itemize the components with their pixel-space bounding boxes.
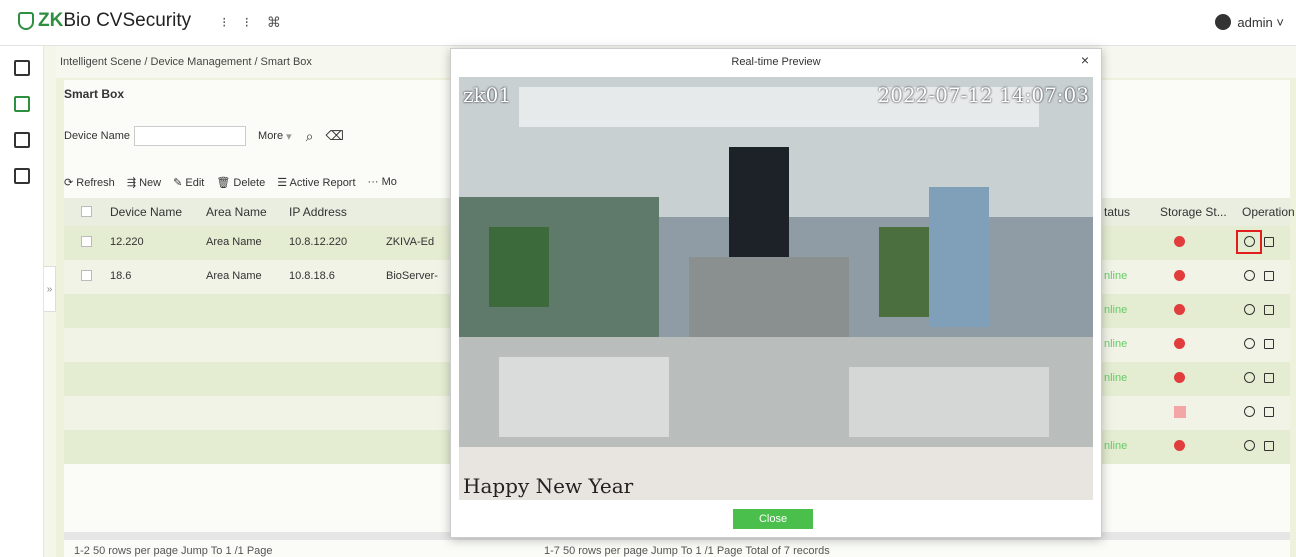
refresh-button[interactable]: ⟳ Refresh xyxy=(64,176,115,189)
nav-print-icon[interactable] xyxy=(14,132,30,148)
cell-area-name: Area Name xyxy=(206,270,262,282)
nav-scene-icon[interactable] xyxy=(14,60,30,76)
play-icon[interactable] xyxy=(1244,440,1255,451)
detail-icon[interactable] xyxy=(1264,373,1274,383)
shield-icon xyxy=(18,12,34,30)
brand-zk: ZK xyxy=(38,10,64,31)
highlight-box xyxy=(1236,230,1262,254)
app-logo[interactable]: ZK Bio CVSecurity xyxy=(18,10,191,32)
cell-ip: 10.8.18.6 xyxy=(289,270,335,282)
video-frame xyxy=(459,77,1093,500)
nav-device-icon[interactable] xyxy=(14,96,30,112)
row-operations xyxy=(1244,372,1274,386)
detail-icon[interactable] xyxy=(1264,271,1274,281)
detail-icon[interactable] xyxy=(1264,305,1274,315)
cell-status: nline xyxy=(1104,440,1128,452)
play-icon[interactable] xyxy=(1244,304,1255,315)
delete-label: Delete xyxy=(233,177,266,189)
device-name-label: Device Name xyxy=(64,130,131,142)
breadcrumb-text: Intelligent Scene / Device Management / … xyxy=(60,56,312,68)
command-icon[interactable]: ⌘ xyxy=(267,14,299,30)
col-area-name[interactable]: Area Name xyxy=(206,205,267,219)
brand-name: Bio CVSecurity xyxy=(63,10,192,31)
left-nav xyxy=(0,46,44,557)
search-icon[interactable]: ⌕ xyxy=(306,128,314,145)
preview-modal: Real-time Preview × zk01 2022-07-12 14:0… xyxy=(450,48,1102,538)
play-icon[interactable] xyxy=(1244,372,1255,383)
select-all-checkbox[interactable] xyxy=(81,206,92,217)
delete-button[interactable]: 🗑 Delete xyxy=(216,176,265,189)
cell-device-type: ZKIVA-Ed xyxy=(386,236,435,248)
cell-device-name: 12.220 xyxy=(110,236,144,248)
edit-label: Edit xyxy=(185,177,205,189)
user-menu[interactable]: admin ˅ xyxy=(1215,14,1284,30)
row-checkbox[interactable] xyxy=(81,236,92,247)
play-icon[interactable] xyxy=(1244,270,1255,281)
avatar-icon xyxy=(1215,14,1232,30)
play-icon[interactable] xyxy=(1244,338,1255,349)
storage-status-icon xyxy=(1174,372,1185,386)
more-filter-button[interactable]: More xyxy=(258,130,283,142)
detail-icon[interactable] xyxy=(1264,441,1274,451)
row-operations xyxy=(1244,406,1274,420)
row-checkbox[interactable] xyxy=(81,270,92,281)
cell-area-name: Area Name xyxy=(206,236,262,248)
expand-nav-button[interactable]: » xyxy=(44,266,56,312)
storage-status-icon xyxy=(1174,270,1185,284)
cell-ip: 10.8.12.220 xyxy=(289,236,348,248)
toolbar: ⟳ Refresh ⇶ New ✎ Edit 🗑 Delete ☰ Active… xyxy=(64,176,397,189)
col-storage-status[interactable]: Storage St... xyxy=(1160,205,1227,219)
play-icon[interactable] xyxy=(1244,406,1255,417)
clear-icon[interactable]: ⌫ xyxy=(325,128,343,144)
active-report-label: Active Report xyxy=(289,177,356,189)
top-icons: ⁝⁝⌘ xyxy=(222,14,299,31)
detail-icon[interactable] xyxy=(1264,407,1274,417)
user-name: admin xyxy=(1237,15,1273,30)
cell-device-name: 18.6 xyxy=(110,270,132,282)
col-operation: Operation xyxy=(1242,205,1295,219)
col-ip-address[interactable]: IP Address xyxy=(289,205,347,219)
row-operations xyxy=(1244,304,1274,318)
row-operations xyxy=(1244,440,1274,454)
filter-bar: Device Name More ▾ ⌕ ⌫ xyxy=(64,126,344,146)
storage-status-icon xyxy=(1174,338,1185,352)
active-report-button[interactable]: ☰ Active Report xyxy=(277,176,355,189)
camera-name: zk01 xyxy=(463,83,512,107)
col-status[interactable]: tatus xyxy=(1104,205,1130,219)
modal-title: Real-time Preview xyxy=(731,56,821,68)
video-timestamp: 2022-07-12 14:07:03 xyxy=(877,83,1090,107)
device-name-input[interactable] xyxy=(134,126,247,146)
storage-status-icon xyxy=(1174,440,1185,454)
cell-device-type: BioServer- xyxy=(386,270,438,282)
detail-icon[interactable] xyxy=(1264,339,1274,349)
row-operations xyxy=(1244,338,1274,352)
grid-icon[interactable]: ⁝⁝ xyxy=(222,14,267,30)
close-button[interactable]: Close xyxy=(733,509,813,529)
video-feed: zk01 2022-07-12 14:07:03 Happy New Year xyxy=(459,77,1093,500)
video-overlay-text: Happy New Year xyxy=(463,474,634,498)
cell-status: nline xyxy=(1104,304,1128,316)
new-label: New xyxy=(139,177,162,189)
pager-right[interactable]: 1-7 50 rows per page Jump To 1 /1 Page T… xyxy=(544,545,830,557)
col-device-name[interactable]: Device Name xyxy=(110,205,182,219)
close-icon[interactable]: × xyxy=(1081,52,1089,68)
pager-left[interactable]: 1-2 50 rows per page Jump To 1 /1 Page xyxy=(74,545,273,557)
refresh-label: Refresh xyxy=(76,177,115,189)
cell-status: nline xyxy=(1104,338,1128,350)
nav-report-icon[interactable] xyxy=(14,168,30,184)
storage-status-icon xyxy=(1174,406,1186,421)
edit-button[interactable]: ✎ Edit xyxy=(173,176,204,189)
storage-status-icon xyxy=(1174,304,1185,318)
cell-status: nline xyxy=(1104,270,1128,282)
cell-status: nline xyxy=(1104,372,1128,384)
row-operations xyxy=(1244,270,1274,284)
more-button[interactable]: ··· Mo xyxy=(368,176,397,189)
detail-icon[interactable] xyxy=(1264,237,1274,247)
more-label: Mo xyxy=(381,176,397,188)
storage-status-icon xyxy=(1174,236,1185,250)
page-title: Smart Box xyxy=(64,87,125,101)
new-button[interactable]: ⇶ New xyxy=(127,176,161,189)
top-bar: ZK Bio CVSecurity ⁝⁝⌘ admin ˅ xyxy=(0,0,1296,46)
